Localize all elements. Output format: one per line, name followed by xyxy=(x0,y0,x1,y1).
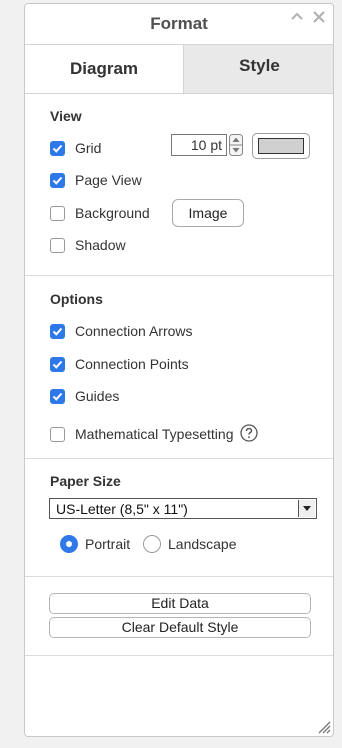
chevron-down-icon xyxy=(303,506,311,511)
math-typesetting-label: Mathematical Typesetting xyxy=(75,426,234,442)
paper-size-select[interactable]: US-Letter (8,5" x 11") xyxy=(49,498,317,519)
page-view-option[interactable]: Page View xyxy=(50,171,142,189)
collapse-icon[interactable] xyxy=(291,12,303,22)
guides-option[interactable]: Guides xyxy=(50,387,119,405)
format-panel: Format Diagram Style View Grid 10 pt Pag… xyxy=(24,3,334,737)
portrait-label: Portrait xyxy=(85,536,131,552)
check-icon xyxy=(52,176,63,185)
background-checkbox[interactable] xyxy=(50,205,65,221)
close-icon[interactable] xyxy=(313,11,325,23)
panel-header: Format xyxy=(25,4,333,45)
shadow-label: Shadow xyxy=(75,237,126,253)
portrait-option[interactable]: Portrait xyxy=(60,534,130,554)
check-icon xyxy=(52,327,63,336)
page-view-label: Page View xyxy=(75,172,142,188)
page-view-checkbox[interactable] xyxy=(50,172,65,188)
shadow-option[interactable]: Shadow xyxy=(50,236,126,254)
grid-checkbox[interactable] xyxy=(50,140,65,156)
dropdown-button[interactable] xyxy=(298,500,315,517)
grid-option[interactable]: Grid xyxy=(50,139,101,157)
check-icon xyxy=(52,144,63,153)
help-icon[interactable] xyxy=(240,424,258,442)
connection-arrows-option[interactable]: Connection Arrows xyxy=(50,322,193,340)
stepper-arrows-icon[interactable] xyxy=(229,134,243,156)
tab-diagram[interactable]: Diagram xyxy=(25,45,183,93)
divider xyxy=(25,576,333,577)
connection-points-label: Connection Points xyxy=(75,356,189,372)
shadow-checkbox[interactable] xyxy=(50,237,65,253)
grid-label: Grid xyxy=(75,140,102,156)
edit-data-button[interactable]: Edit Data xyxy=(49,593,311,614)
tab-bar: Diagram Style xyxy=(25,45,333,94)
guides-label: Guides xyxy=(75,388,120,404)
tab-style[interactable]: Style xyxy=(183,45,333,93)
check-icon xyxy=(52,392,63,401)
background-option[interactable]: Background xyxy=(50,204,150,222)
resize-grip-icon[interactable] xyxy=(317,720,331,734)
landscape-label: Landscape xyxy=(168,536,237,552)
portrait-radio[interactable] xyxy=(60,535,78,553)
paper-size-value: US-Letter (8,5" x 11") xyxy=(56,501,188,517)
landscape-option[interactable]: Landscape xyxy=(143,534,237,554)
check-icon xyxy=(52,360,63,369)
connection-arrows-label: Connection Arrows xyxy=(75,323,193,339)
connection-points-checkbox[interactable] xyxy=(50,356,65,372)
divider xyxy=(25,655,333,656)
connection-arrows-checkbox[interactable] xyxy=(50,323,65,339)
divider xyxy=(25,458,333,459)
options-section-title: Options xyxy=(50,291,103,307)
grid-size-input[interactable]: 10 pt xyxy=(171,134,227,156)
view-section-title: View xyxy=(50,108,82,124)
clear-default-style-button[interactable]: Clear Default Style xyxy=(49,617,311,638)
panel-title: Format xyxy=(150,14,208,33)
grid-size-stepper[interactable]: 10 pt xyxy=(171,134,243,156)
paper-size-section-title: Paper Size xyxy=(50,473,121,489)
grid-color-swatch xyxy=(258,138,304,154)
connection-points-option[interactable]: Connection Points xyxy=(50,355,189,373)
landscape-radio[interactable] xyxy=(143,535,161,553)
grid-color-button[interactable] xyxy=(252,133,310,159)
guides-checkbox[interactable] xyxy=(50,388,65,404)
math-typesetting-option[interactable]: Mathematical Typesetting xyxy=(50,425,234,443)
divider xyxy=(25,275,333,276)
math-typesetting-checkbox[interactable] xyxy=(50,426,65,442)
background-label: Background xyxy=(75,205,150,221)
background-image-button[interactable]: Image xyxy=(172,199,244,227)
